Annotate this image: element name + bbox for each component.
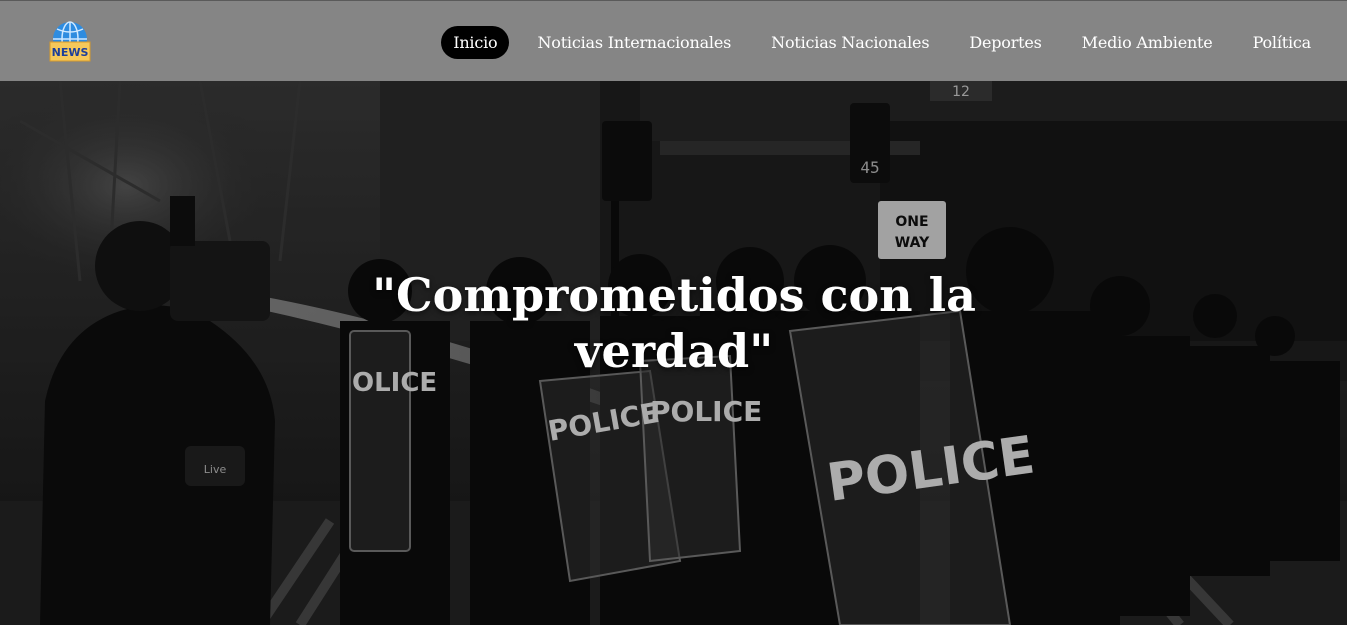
news-logo-icon[interactable]: NEWS: [49, 21, 91, 63]
nav-item-noticias-nacionales[interactable]: Noticias Nacionales: [759, 26, 941, 59]
hero-section: 45 12 ONE WAY Live OLICE POLICE POLICE P…: [0, 81, 1347, 625]
hero-title: "Comprometidos con la verdad": [372, 268, 976, 378]
nav-item-politica[interactable]: Política: [1241, 26, 1323, 59]
nav-item-noticias-internacionales[interactable]: Noticias Internacionales: [525, 26, 743, 59]
top-navbar: NEWS Inicio Noticias Internacionales Not…: [0, 0, 1347, 81]
nav-item-medio-ambiente[interactable]: Medio Ambiente: [1070, 26, 1225, 59]
logo-text: NEWS: [52, 46, 89, 59]
nav-item-deportes[interactable]: Deportes: [957, 26, 1053, 59]
main-nav: Inicio Noticias Internacionales Noticias…: [425, 24, 1323, 60]
nav-item-inicio[interactable]: Inicio: [441, 25, 510, 59]
